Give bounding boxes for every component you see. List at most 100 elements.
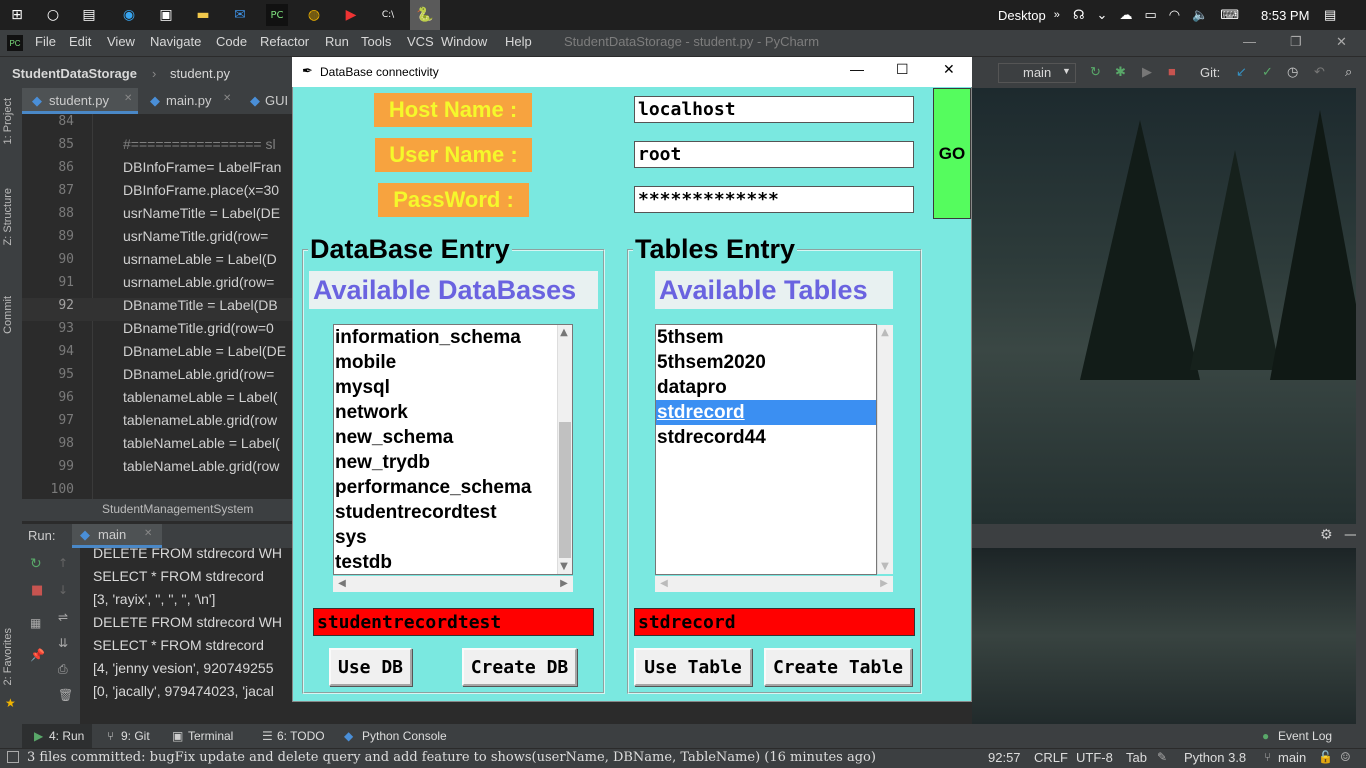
list-item[interactable]: studentrecordtest — [334, 500, 572, 525]
menu-refactor[interactable]: Refactor — [260, 34, 309, 49]
people-icon[interactable]: ☊ — [1073, 7, 1085, 23]
file-explorer-icon[interactable]: ▬ — [192, 4, 214, 26]
list-item[interactable]: mysql — [334, 375, 572, 400]
structure-tool-tab[interactable]: Z: Structure — [2, 188, 14, 245]
pen-icon[interactable]: ✎ — [1157, 750, 1167, 764]
dropdown-arrow-icon[interactable]: ▼ — [1062, 66, 1071, 76]
status-line-separator[interactable]: CRLF — [1034, 750, 1068, 765]
rerun-icon[interactable]: ↻ — [30, 556, 42, 572]
list-item[interactable]: sys — [334, 525, 572, 550]
tab-gui[interactable]: ◆ GUI — [246, 88, 292, 114]
youtube-icon[interactable]: ▶ — [340, 4, 362, 26]
tab-close-icon[interactable]: ✕ — [124, 93, 132, 104]
pycharm-taskbar-icon[interactable]: PC — [266, 4, 288, 26]
history-icon[interactable]: ◷ — [1287, 64, 1298, 80]
list-item[interactable]: testdb — [334, 550, 572, 574]
list-item[interactable]: 5thsem2020 — [656, 350, 876, 375]
wifi-icon[interactable]: ◠ — [1169, 7, 1180, 23]
breadcrumb-project[interactable]: StudentDataStorage — [12, 66, 137, 81]
list-item[interactable]: stdrecord44 — [656, 425, 876, 450]
git-commit-icon[interactable]: ✓ — [1262, 64, 1273, 80]
menu-vcs[interactable]: VCS — [407, 34, 434, 49]
databases-listbox[interactable]: information_schema mobile mysql network … — [333, 324, 573, 575]
favorites-tool-tab[interactable]: 2: Favorites — [2, 628, 14, 685]
minimize-icon[interactable]: — — [1243, 34, 1256, 49]
use-table-button[interactable]: Use Table — [634, 648, 752, 686]
dialog-close-icon[interactable]: ✕ — [943, 61, 955, 78]
menu-navigate[interactable]: Navigate — [150, 34, 201, 49]
chevron-icon[interactable]: » — [1054, 9, 1060, 21]
menu-tools[interactable]: Tools — [361, 34, 391, 49]
selected-database-entry[interactable]: studentrecordtest — [313, 608, 594, 636]
list-item[interactable]: new_trydb — [334, 450, 572, 475]
dialog-minimize-icon[interactable]: — — [850, 61, 864, 77]
git-update-icon[interactable]: ↙ — [1236, 64, 1247, 80]
scroll-left-icon[interactable]: ◀ — [657, 578, 671, 589]
editor-breadcrumb[interactable]: StudentManagementSystem — [102, 502, 253, 516]
user-name-input[interactable]: root — [634, 141, 914, 168]
host-name-input[interactable]: localhost — [634, 96, 914, 123]
list-item[interactable]: information_schema — [334, 325, 572, 350]
tool-tab-terminal[interactable]: ▣ Terminal — [172, 724, 252, 748]
list-item[interactable]: mobile — [334, 350, 572, 375]
volume-icon[interactable]: 🔈 — [1192, 7, 1208, 23]
tool-tab-run[interactable]: ▶ 4: Run — [22, 724, 92, 748]
tool-tab-event-log[interactable]: ● Event Log — [1262, 724, 1352, 748]
scroll-right-icon[interactable]: ▶ — [557, 578, 571, 589]
python-tk-icon[interactable]: 🐍 — [410, 0, 440, 30]
search-circle-icon[interactable]: ○ — [42, 4, 64, 26]
battery-icon[interactable]: ▭ — [1144, 7, 1156, 23]
selected-table-entry[interactable]: stdrecord — [634, 608, 915, 636]
tab-close-icon[interactable]: ✕ — [223, 93, 231, 104]
chrome-icon[interactable]: ◍ — [303, 4, 325, 26]
scroll-up-icon[interactable]: ▲ — [557, 327, 571, 338]
mail-icon[interactable]: ✉ — [229, 4, 251, 26]
status-toggle-icon[interactable] — [7, 751, 19, 763]
menu-window[interactable]: Window — [441, 34, 487, 49]
tab-main-py[interactable]: ◆ main.py ✕ — [146, 88, 246, 114]
run-tab-close-icon[interactable]: ✕ — [144, 528, 152, 539]
scroll-left-icon[interactable]: ◀ — [335, 578, 349, 589]
stop-icon[interactable]: ■ — [31, 583, 43, 598]
tables-horizontal-scrollbar[interactable]: ◀ ▶ — [655, 576, 893, 592]
scroll-up-icon[interactable]: ▲ — [878, 327, 892, 338]
use-db-button[interactable]: Use DB — [329, 648, 412, 686]
status-interpreter[interactable]: Python 3.8 — [1184, 750, 1246, 765]
up-arrow-icon[interactable]: ↑ — [58, 556, 68, 570]
scroll-end-icon[interactable]: ⇊ — [58, 636, 68, 650]
list-item-selected[interactable]: stdrecord — [656, 400, 876, 425]
create-db-button[interactable]: Create DB — [462, 648, 577, 686]
tables-listbox[interactable]: 5thsem 5thsem2020 datapro stdrecord stdr… — [655, 324, 877, 575]
list-item[interactable]: 5thsem — [656, 325, 876, 350]
restore-icon[interactable]: ❐ — [1290, 34, 1302, 50]
scroll-down-icon[interactable]: ▼ — [557, 561, 571, 572]
databases-horizontal-scrollbar[interactable]: ◀ ▶ — [333, 576, 573, 592]
list-item[interactable]: new_schema — [334, 425, 572, 450]
print-icon[interactable]: ⎙ — [58, 662, 68, 677]
databases-vertical-scrollbar[interactable] — [557, 325, 572, 574]
status-branch[interactable]: main — [1278, 750, 1306, 765]
coverage-icon[interactable]: ▶ — [1142, 64, 1152, 80]
windows-start-icon[interactable]: ⊞ — [6, 4, 28, 26]
create-table-button[interactable]: Create Table — [764, 648, 912, 686]
down-arrow-icon[interactable]: ↓ — [58, 583, 68, 597]
go-button[interactable]: GO — [933, 88, 971, 219]
task-view-icon[interactable]: ▤ — [78, 4, 100, 26]
tool-tab-git[interactable]: ⑂ 9: Git — [105, 724, 165, 748]
rerun-icon[interactable]: ↻ — [1090, 64, 1101, 80]
menu-run[interactable]: Run — [325, 34, 349, 49]
scroll-down-icon[interactable]: ▼ — [878, 561, 892, 572]
tables-vertical-scrollbar[interactable] — [877, 325, 893, 574]
terminal-icon[interactable]: C:\ — [377, 4, 399, 26]
status-indent[interactable]: Tab — [1126, 750, 1147, 765]
menu-code[interactable]: Code — [216, 34, 247, 49]
menu-edit[interactable]: Edit — [69, 34, 91, 49]
tool-tab-python-console[interactable]: ◆ Python Console — [344, 724, 454, 748]
tool-tab-todo[interactable]: ☰ 6: TODO — [262, 724, 332, 748]
breadcrumb-file[interactable]: student.py — [170, 66, 230, 81]
list-item[interactable]: datapro — [656, 375, 876, 400]
commit-tool-tab[interactable]: Commit — [2, 296, 14, 334]
close-icon[interactable]: ✕ — [1336, 34, 1347, 50]
tab-student-py[interactable]: ◆ student.py ✕ — [22, 88, 138, 114]
lock-icon[interactable]: 🔓 — [1318, 750, 1333, 764]
